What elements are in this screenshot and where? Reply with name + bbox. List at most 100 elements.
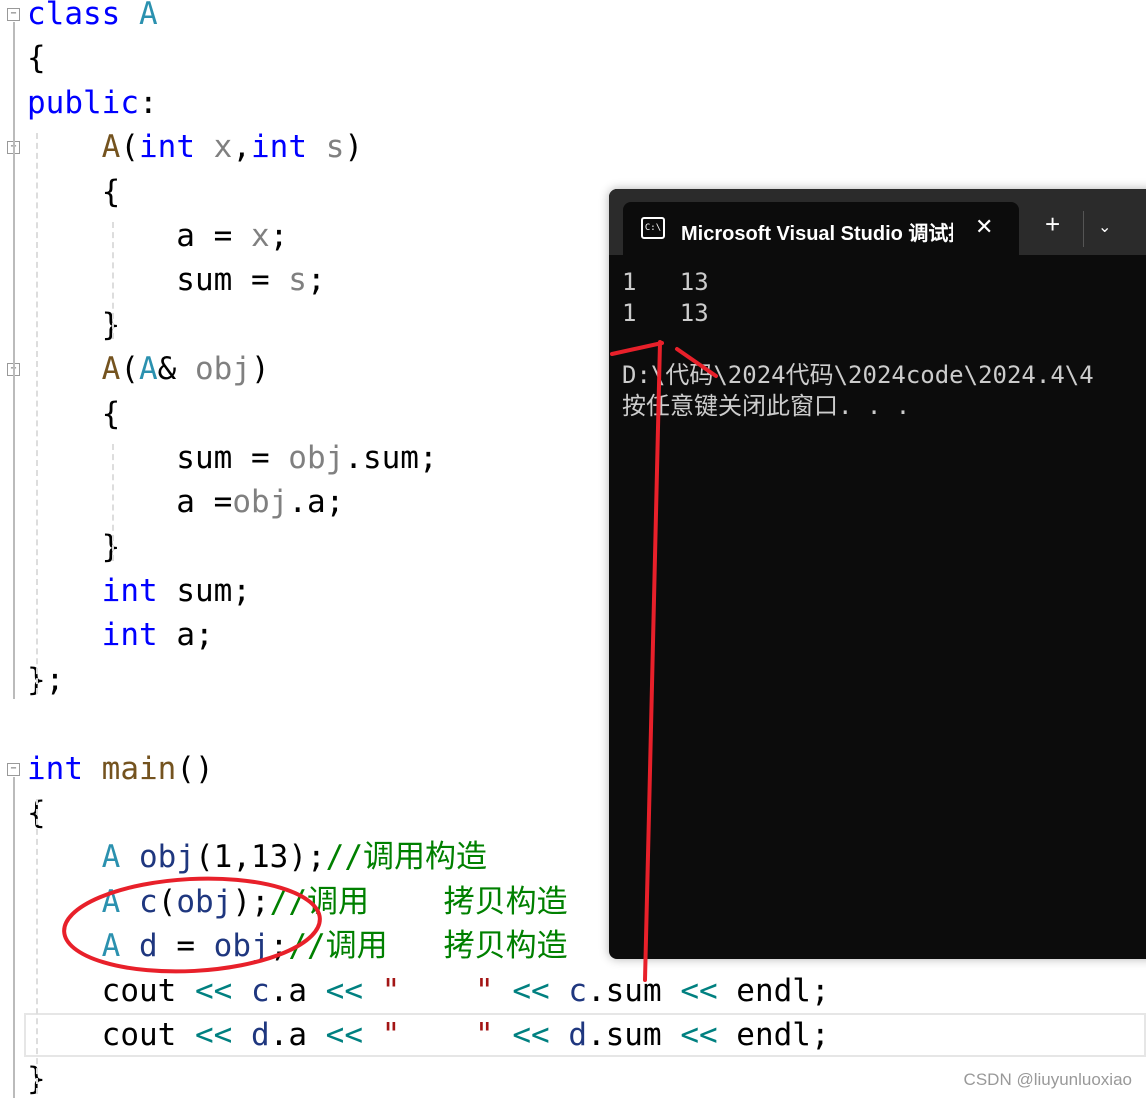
code-token: c — [139, 883, 158, 920]
code-token: .a; — [288, 484, 345, 521]
code-token: " " — [381, 1016, 494, 1053]
console-icon: C:\ — [641, 217, 665, 239]
code-token: & — [157, 351, 195, 388]
close-icon[interactable]: ✕ — [975, 214, 993, 240]
code-token: x — [213, 129, 233, 166]
code-token: //调用 拷贝构造 — [288, 928, 568, 965]
indent-guide — [112, 222, 114, 340]
code-token: .sum — [586, 972, 681, 1009]
new-tab-button[interactable]: + — [1045, 211, 1060, 237]
code-token: " " — [381, 972, 494, 1009]
code-line[interactable]: A(int x,int s) — [0, 125, 1146, 169]
code-token: class — [27, 0, 121, 32]
code-line[interactable]: public: — [0, 81, 1146, 125]
fold-region-line — [13, 377, 15, 557]
code-token: ( — [157, 883, 177, 920]
code-token: (1,13); — [195, 839, 326, 876]
code-token: sum = — [27, 439, 289, 476]
code-token: ) — [251, 351, 270, 388]
code-token: ; — [269, 928, 289, 965]
fold-region-line — [13, 155, 15, 335]
code-token: sum = — [27, 262, 289, 299]
code-token: }; — [27, 661, 65, 698]
code-token: cout — [27, 972, 195, 1009]
code-token: << — [194, 1016, 233, 1053]
code-token: : — [138, 84, 158, 121]
code-token: cout — [27, 1016, 195, 1053]
fold-region-line — [13, 22, 15, 699]
code-token: << — [680, 972, 718, 1009]
code-token: int — [139, 129, 195, 166]
divider — [1083, 211, 1084, 247]
terminal-window[interactable]: C:\ Microsoft Visual Studio 调试控制台 ✕ + ⌄ … — [609, 189, 1146, 959]
code-token: obj — [139, 839, 195, 876]
terminal-tab[interactable]: C:\ Microsoft Visual Studio 调试控制台 ✕ — [623, 202, 1019, 255]
code-token: A — [101, 351, 121, 388]
code-line[interactable]: { — [0, 36, 1146, 80]
code-token: << — [325, 972, 363, 1009]
code-token: a = — [27, 217, 251, 254]
code-token: obj — [176, 883, 233, 920]
code-line[interactable]: cout << c.a << " " << c.sum << endl; — [0, 969, 1146, 1013]
code-token: endl; — [717, 972, 830, 1009]
code-token: << — [680, 1016, 718, 1053]
fold-region-line — [13, 776, 15, 1099]
code-token: main — [101, 750, 177, 787]
code-token: .sum — [586, 1016, 681, 1053]
terminal-tab-bar: C:\ Microsoft Visual Studio 调试控制台 ✕ + ⌄ — [609, 189, 1146, 255]
code-token: () — [176, 750, 214, 787]
code-token: A — [101, 839, 121, 876]
indent-guide — [112, 444, 114, 562]
code-token: ) — [344, 129, 364, 166]
code-line[interactable]: cout << d.a << " " << d.sum << endl; — [24, 1012, 1146, 1058]
collapse-icon[interactable]: − — [7, 762, 20, 776]
code-token: ( — [120, 351, 139, 388]
code-token: c — [250, 972, 270, 1009]
code-token: //调用 拷贝构造 — [269, 883, 568, 920]
tab-title: Microsoft Visual Studio 调试控制台 — [681, 223, 953, 245]
code-token: public — [27, 84, 139, 121]
code-token: int — [101, 617, 158, 654]
code-token: << — [512, 1016, 550, 1053]
code-token: } — [27, 306, 121, 343]
code-line[interactable]: class A — [0, 0, 1146, 36]
code-token: A — [101, 928, 121, 965]
code-token: , — [232, 129, 252, 166]
terminal-output: 1 13 1 13 D:\代码\2024代码\2024code\2024.4\4… — [622, 268, 1094, 420]
code-token: } — [27, 528, 121, 565]
code-token: d — [250, 1016, 270, 1053]
code-token: s — [288, 262, 307, 299]
code-token: A — [101, 129, 121, 166]
code-token: obj — [195, 351, 251, 388]
code-token: int — [251, 129, 308, 166]
code-token: endl; — [717, 1016, 830, 1053]
code-token: x — [250, 217, 270, 254]
code-token: int — [101, 573, 158, 610]
code-token: a; — [157, 617, 214, 654]
code-token: ( — [120, 129, 139, 166]
chevron-down-icon[interactable]: ⌄ — [1098, 217, 1111, 236]
code-token: obj — [213, 928, 270, 965]
code-token: //调用构造 — [325, 839, 487, 876]
collapse-icon[interactable]: − — [7, 8, 20, 21]
code-token: { — [27, 40, 46, 77]
code-token: sum; — [157, 573, 251, 610]
code-token: .sum; — [344, 439, 438, 476]
